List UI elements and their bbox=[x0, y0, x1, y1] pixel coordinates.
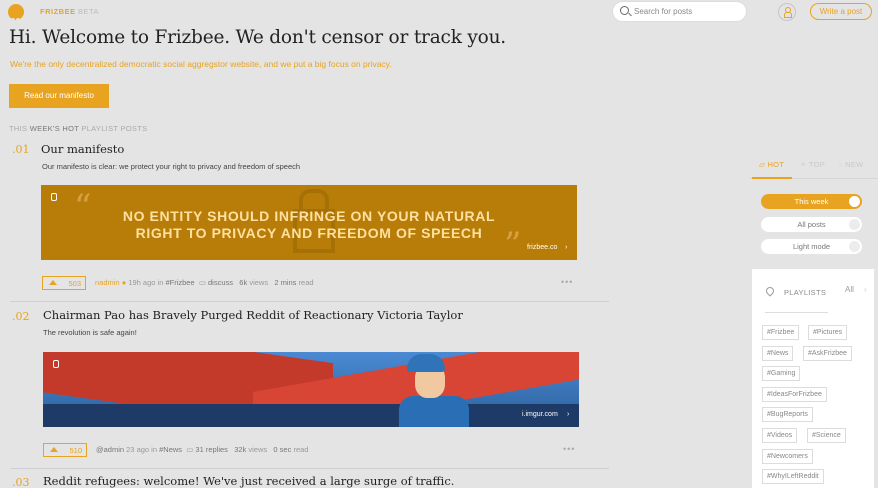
search-placeholder: Search for posts bbox=[634, 7, 693, 16]
vote-count: 503 bbox=[68, 279, 81, 288]
toggle-light-mode[interactable]: Light mode bbox=[761, 239, 862, 254]
more-options-icon[interactable]: ••• bbox=[561, 277, 573, 287]
views-label: views bbox=[248, 445, 268, 454]
post-author[interactable]: @admin bbox=[96, 445, 124, 454]
post-meta: nadmin ● 19h ago in #Frizbee ▭ discuss 6… bbox=[95, 278, 314, 287]
hero-subtitle: We're the only decentralized democratic … bbox=[10, 59, 392, 69]
comment-icon: ▭ bbox=[198, 278, 206, 287]
banner-line: RIGHT TO PRIVACY AND FREEDOM OF SPEECH bbox=[135, 225, 483, 241]
playlists-heading: PLAYLISTS bbox=[784, 288, 827, 297]
location-icon bbox=[764, 285, 776, 297]
playlist-tag[interactable]: #Gaming bbox=[762, 366, 801, 381]
write-post-button[interactable]: Write a post bbox=[810, 3, 872, 20]
new-icon: ◌ bbox=[838, 160, 843, 169]
playlist-tag[interactable]: #BugReports bbox=[762, 407, 813, 422]
post-number: .02 bbox=[12, 310, 30, 323]
playlists-all-link[interactable]: All bbox=[845, 285, 854, 294]
comment-link[interactable]: 31 replies bbox=[195, 445, 228, 454]
chevron-right-icon: › bbox=[565, 244, 568, 251]
divider bbox=[10, 468, 609, 469]
playlist-tag[interactable]: #News bbox=[762, 346, 794, 361]
close-quote-icon: ” bbox=[504, 225, 522, 260]
trophy-icon: ✧ bbox=[800, 160, 807, 169]
banner-source[interactable]: frizbee.co bbox=[527, 244, 557, 251]
banner-image-figure bbox=[399, 396, 469, 427]
frizbee-badge-icon bbox=[51, 193, 57, 201]
playlist-tag[interactable]: #Frizbee bbox=[762, 325, 800, 340]
more-options-icon[interactable]: ••• bbox=[563, 444, 575, 454]
post-title[interactable]: Chairman Pao has Bravely Purged Reddit o… bbox=[43, 308, 463, 322]
chevron-right-icon[interactable]: › bbox=[864, 285, 867, 294]
toggle-this-week[interactable]: This week bbox=[761, 194, 862, 209]
post-age: 19h ago in bbox=[128, 278, 164, 287]
post-tag[interactable]: #Frizbee bbox=[165, 278, 194, 287]
tab-hot[interactable]: ▱ HOT bbox=[759, 160, 784, 169]
divider bbox=[10, 301, 609, 302]
playlist-tag[interactable]: #WhyILeftReddit bbox=[762, 469, 824, 484]
upvote-button[interactable]: 503 bbox=[42, 276, 86, 290]
banner-image-crowd bbox=[43, 404, 579, 427]
playlist-tag[interactable]: #Science bbox=[807, 428, 846, 443]
post-age: 23 ago in bbox=[126, 445, 158, 454]
crown-icon: ● bbox=[121, 278, 127, 287]
vote-count: 510 bbox=[69, 446, 82, 455]
banner-source[interactable]: i.imgur.com bbox=[522, 411, 558, 418]
read-label: read bbox=[298, 278, 314, 287]
post-banner[interactable]: i.imgur.com › bbox=[43, 352, 579, 427]
playlist-tag[interactable]: #AskFrizbee bbox=[803, 346, 852, 361]
fire-icon: ▱ bbox=[759, 160, 766, 169]
upvote-arrow-icon bbox=[49, 280, 57, 285]
post-meta: @admin 23 ago in #News ▭ 31 replies 32k … bbox=[96, 445, 308, 454]
tab-top[interactable]: ✧ TOP bbox=[800, 160, 825, 169]
playlist-tag[interactable]: #Videos bbox=[762, 428, 798, 443]
playlist-tag[interactable]: #Newcomers bbox=[762, 449, 813, 464]
post-number: .03 bbox=[12, 476, 30, 488]
read-time: 2 mins bbox=[274, 278, 297, 287]
view-count: 6k bbox=[239, 278, 248, 287]
post-author[interactable]: nadmin bbox=[95, 278, 120, 287]
toggle-all-posts[interactable]: All posts bbox=[761, 217, 862, 232]
views-label: views bbox=[249, 278, 269, 287]
section-heading: THIS WEEK'S HOT PLAYLIST POSTS bbox=[9, 124, 148, 133]
beta-label: BETA bbox=[78, 7, 100, 16]
brand-name[interactable]: FRIZBEE bbox=[40, 7, 76, 16]
page-title: Hi. Welcome to Frizbee. We don't censor … bbox=[9, 27, 506, 48]
toggle-knob bbox=[849, 219, 860, 230]
playlists-panel: PLAYLISTS All › #Frizbee #Pictures #News… bbox=[752, 269, 874, 488]
post-description: The revolution is safe again! bbox=[43, 328, 137, 337]
upvote-button[interactable]: 510 bbox=[43, 443, 87, 457]
post-tag[interactable]: #News bbox=[159, 445, 182, 454]
tab-new[interactable]: ◌ NEW bbox=[838, 160, 864, 169]
logo-eyes-icon bbox=[11, 9, 21, 22]
post-number: .01 bbox=[12, 143, 30, 156]
comment-icon: ▭ bbox=[186, 445, 194, 454]
divider bbox=[765, 312, 828, 313]
search-icon bbox=[620, 6, 629, 15]
post-title[interactable]: Our manifesto bbox=[41, 142, 124, 156]
toggle-knob bbox=[849, 241, 860, 252]
comment-link[interactable]: discuss bbox=[208, 278, 233, 287]
chevron-right-icon: › bbox=[567, 411, 570, 418]
playlist-tag[interactable]: #Pictures bbox=[808, 325, 848, 340]
upvote-arrow-icon bbox=[50, 447, 58, 452]
post-title[interactable]: Reddit refugees: welcome! We've just rec… bbox=[43, 474, 454, 488]
read-manifesto-button[interactable]: Read our manifesto bbox=[9, 84, 109, 108]
playlist-tag[interactable]: #IdeasForFrizbee bbox=[762, 387, 827, 402]
read-time: 0 sec bbox=[273, 445, 292, 454]
post-description: Our manifesto is clear: we protect your … bbox=[42, 162, 301, 171]
banner-image-figure bbox=[407, 354, 445, 372]
view-count: 32k bbox=[234, 445, 247, 454]
banner-line: NO ENTITY SHOULD INFRINGE ON YOUR NATURA… bbox=[122, 208, 496, 224]
toggle-knob bbox=[849, 196, 860, 207]
read-label: read bbox=[293, 445, 309, 454]
user-icon bbox=[784, 7, 792, 18]
post-banner[interactable]: “ NO ENTITY SHOULD INFRINGE ON YOUR NATU… bbox=[41, 185, 577, 260]
active-tab-indicator bbox=[752, 177, 792, 179]
frizbee-badge-icon bbox=[53, 360, 59, 368]
